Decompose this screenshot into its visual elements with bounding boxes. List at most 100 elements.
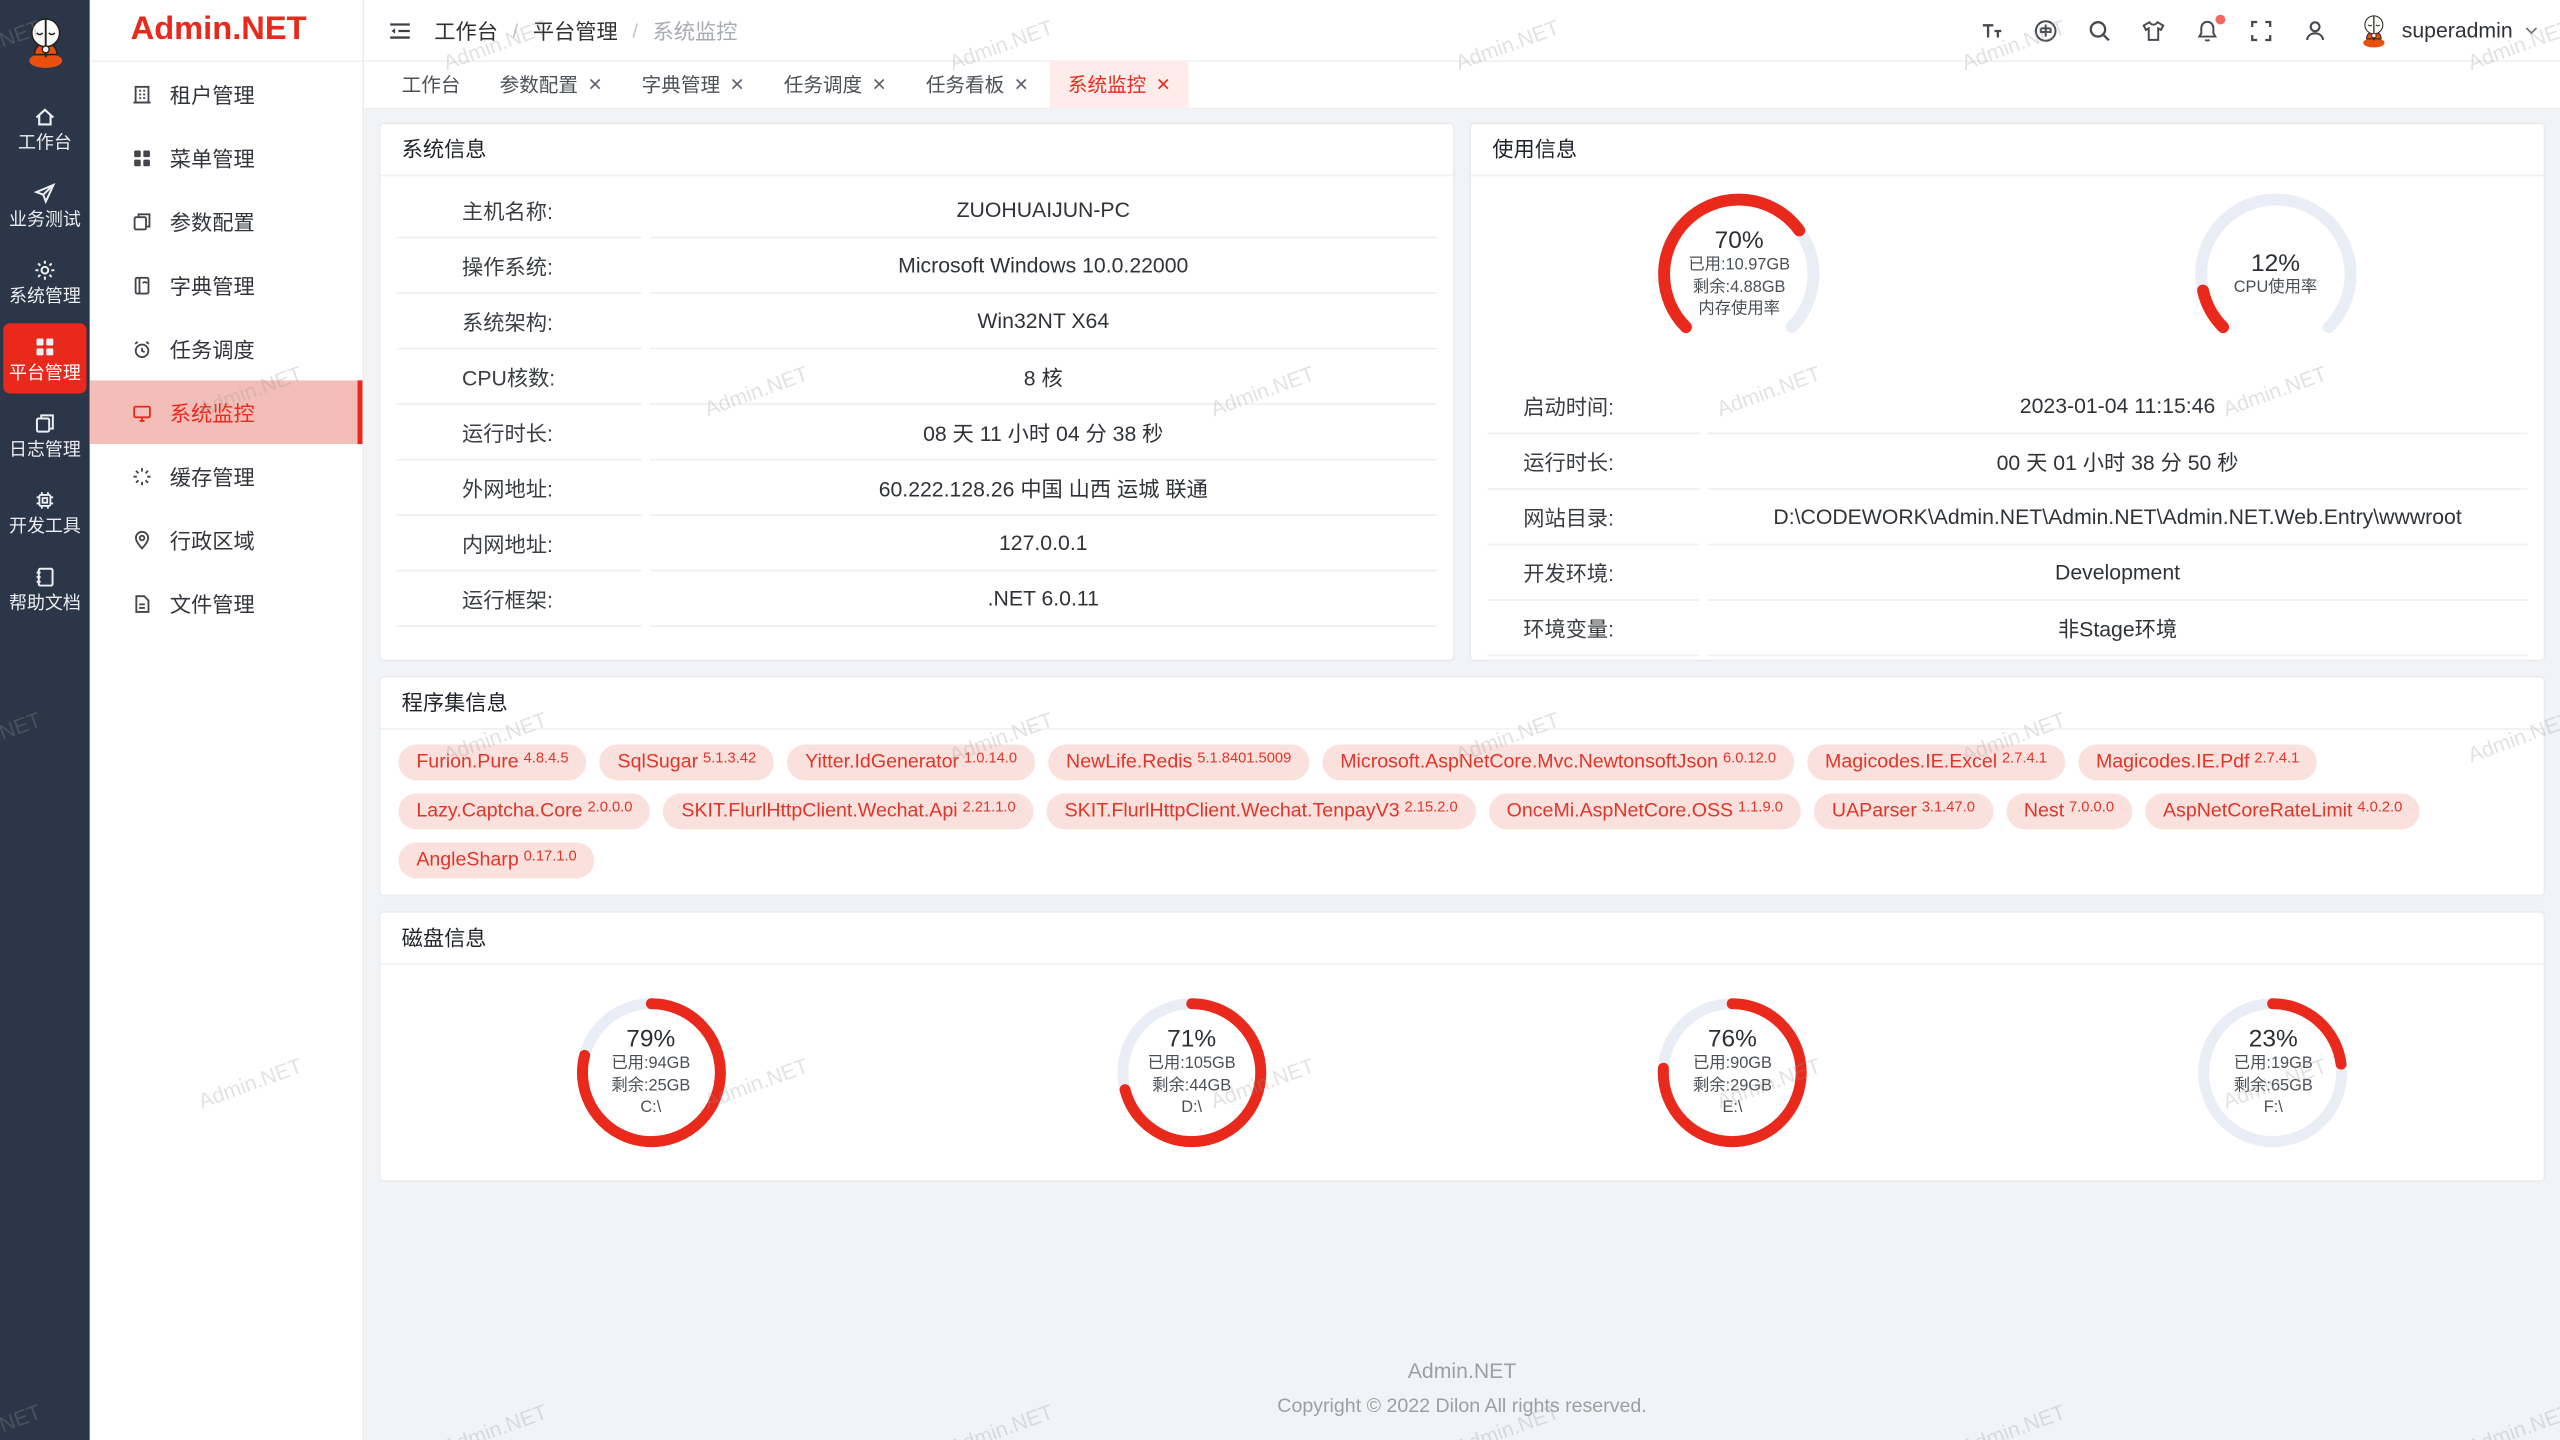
avatar: [2356, 12, 2392, 48]
close-icon[interactable]: [730, 77, 745, 92]
tab-task-schedule[interactable]: 任务调度: [766, 60, 905, 107]
sidebar-item-cache-mgmt[interactable]: 缓存管理: [90, 444, 363, 508]
user-menu[interactable]: superadmin: [2356, 12, 2540, 48]
rail-item-platform-mgmt[interactable]: 平台管理: [3, 323, 86, 393]
package-name: Lazy.Captcha.Core: [416, 800, 582, 821]
breadcrumb-item[interactable]: 平台管理: [533, 15, 618, 46]
package-version: 7.0.0.0: [2069, 797, 2114, 818]
sidebar-item-label: 字典管理: [170, 269, 255, 300]
header-actions: superadmin: [1979, 12, 2541, 48]
package-name: Magicodes.IE.Pdf: [2096, 751, 2250, 772]
info-value: 2023-01-04 11:15:46: [1708, 379, 2528, 435]
language-button[interactable]: [2033, 17, 2059, 43]
memory-caption: 内存使用率: [1698, 299, 1780, 321]
info-value: 非Stage环境: [1708, 601, 2528, 657]
profile-button[interactable]: [2302, 17, 2328, 43]
sidebar-item-task-schedule[interactable]: 任务调度: [90, 317, 363, 381]
rail-item-dev-tools[interactable]: 开发工具: [3, 477, 86, 547]
rail-item-business-test[interactable]: 业务测试: [3, 170, 86, 240]
info-label: 主机名称:: [397, 183, 642, 239]
package-name: Magicodes.IE.Excel: [1825, 751, 1997, 772]
tab-label: 字典管理: [642, 70, 720, 98]
sidebar-item-label: 行政区域: [170, 524, 255, 555]
disk-used: 已用:19GB: [2234, 1053, 2313, 1075]
tab-label: 任务看板: [926, 70, 1004, 98]
sidebar-fold-button[interactable]: [387, 17, 413, 43]
sidebar-item-label: 任务调度: [170, 333, 255, 364]
tab-dict-mgmt[interactable]: 字典管理: [624, 60, 763, 107]
sidebar-item-label: 参数配置: [170, 206, 255, 237]
info-value: Microsoft Windows 10.0.22000: [650, 238, 1437, 294]
sidebar-item-tenant-mgmt[interactable]: 租户管理: [90, 62, 363, 126]
tab-label: 工作台: [402, 70, 461, 98]
tab-task-board[interactable]: 任务看板: [908, 60, 1047, 107]
notification-button[interactable]: [2194, 17, 2220, 43]
sidebar-item-label: 文件管理: [170, 588, 255, 619]
rail-item-help-docs[interactable]: 帮助文档: [3, 553, 86, 623]
search-button[interactable]: [2087, 17, 2113, 43]
theme-button[interactable]: [2141, 17, 2167, 43]
tab-param-config[interactable]: 参数配置: [482, 60, 621, 107]
package-name: Microsoft.AspNetCore.Mvc.NewtonsoftJson: [1340, 751, 1718, 772]
font-size-button[interactable]: [1979, 17, 2005, 43]
info-row: 外网地址: 60.222.128.26 中国 山西 运城 联通: [397, 460, 1437, 516]
close-icon[interactable]: [872, 77, 887, 92]
package-name: Nest: [2024, 800, 2064, 821]
breadcrumb-item[interactable]: 工作台: [434, 15, 498, 46]
app-logo-text: Admin.NET: [90, 0, 363, 62]
rail-item-label: 帮助文档: [9, 596, 81, 614]
person-icon: [2302, 17, 2328, 43]
disk-drive: C:\: [640, 1098, 661, 1120]
rail-item-workbench[interactable]: 工作台: [3, 93, 86, 163]
info-value: .NET 6.0.11: [650, 571, 1437, 627]
disk-c-text: 79% 已用:94GB 剩余:25GB C:\: [572, 994, 729, 1151]
card-title: 程序集信息: [380, 678, 2543, 730]
tab-workbench[interactable]: 工作台: [384, 60, 479, 107]
disk-free: 剩余:29GB: [1693, 1076, 1772, 1098]
sidebar-item-label: 菜单管理: [170, 142, 255, 173]
info-row: 系统架构: Win32NT X64: [397, 294, 1437, 350]
info-value: 08 天 11 小时 04 分 38 秒: [650, 405, 1437, 461]
package-tag: Furion.Pure4.8.4.5: [398, 744, 586, 780]
disk-used: 已用:90GB: [1693, 1053, 1772, 1075]
fullscreen-button[interactable]: [2248, 17, 2274, 43]
disk-f-text: 23% 已用:19GB 剩余:65GB F:\: [2195, 994, 2352, 1151]
app-logo-avatar[interactable]: [17, 0, 73, 90]
package-version: 2.15.2.0: [1405, 797, 1458, 818]
sidebar-item-menu-mgmt[interactable]: 菜单管理: [90, 126, 363, 190]
usage-info-table: 启动时间: 2023-01-04 11:15:46 运行时长: 00 天 01 …: [1471, 372, 2544, 656]
close-icon[interactable]: [588, 77, 603, 92]
sidebar-item-admin-region[interactable]: 行政区域: [90, 508, 363, 572]
rail-item-log-mgmt[interactable]: 日志管理: [3, 400, 86, 470]
tab-bar: 工作台 参数配置 字典管理 任务调度 任务看板 系统监控: [364, 62, 2560, 109]
footer-copyright: Copyright © 2022 Dilon All rights reserv…: [379, 1394, 2546, 1417]
sidebar-item-label: 租户管理: [170, 78, 255, 109]
memory-gauge-text: 70% 已用:10.97GB 剩余:4.88GB 内存使用率: [1654, 189, 1824, 359]
package-name: AngleSharp: [416, 849, 518, 870]
package-list: Furion.Pure4.8.4.5 SqlSugar5.1.3.42 Yitt…: [380, 730, 2543, 895]
disk-gauges: 79% 已用:94GB 剩余:25GB C:\: [380, 965, 2543, 1181]
sidebar-item-dict-mgmt[interactable]: 字典管理: [90, 253, 363, 317]
monitor-icon: [131, 401, 154, 424]
sidebar-item-system-monitor[interactable]: 系统监控: [90, 380, 363, 444]
document-icon: [131, 592, 154, 615]
info-row: 主机名称: ZUOHUAIJUN-PC: [397, 183, 1437, 239]
tab-system-monitor[interactable]: 系统监控: [1050, 60, 1189, 107]
info-row: 操作系统: Microsoft Windows 10.0.22000: [397, 238, 1437, 294]
memory-free: 剩余:4.88GB: [1693, 277, 1786, 299]
cpu-gauge-text: 12% CPU使用率: [2191, 189, 2361, 359]
chevron-down-icon: [2522, 21, 2540, 39]
rail-item-system-mgmt[interactable]: 系统管理: [3, 247, 86, 317]
info-label: 运行时长:: [397, 405, 642, 461]
info-value: 60.222.128.26 中国 山西 运城 联通: [650, 460, 1437, 516]
close-icon[interactable]: [1156, 77, 1171, 92]
sidebar-item-file-mgmt[interactable]: 文件管理: [90, 571, 363, 635]
sidebar-item-param-config[interactable]: 参数配置: [90, 189, 363, 253]
cpu-gauge: 12% CPU使用率: [2007, 189, 2543, 359]
close-icon[interactable]: [1014, 77, 1029, 92]
menu-grid-icon: [131, 146, 154, 169]
package-tag: SqlSugar5.1.3.42: [600, 744, 775, 780]
info-row: CPU核数: 8 核: [397, 349, 1437, 405]
package-version: 6.0.12.0: [1723, 748, 1776, 769]
disk-drive: E:\: [1722, 1098, 1742, 1120]
